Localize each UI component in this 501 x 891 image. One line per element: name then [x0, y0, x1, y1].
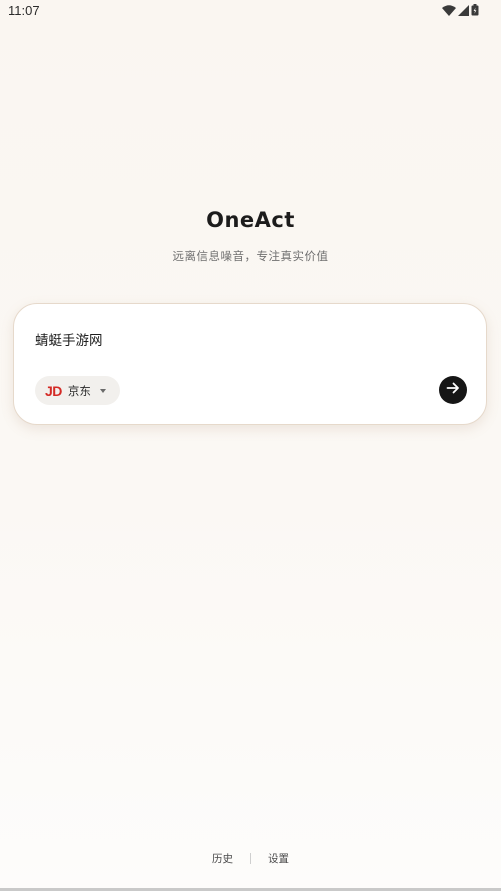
submit-button[interactable]: [439, 376, 467, 404]
settings-link[interactable]: 设置: [268, 851, 289, 866]
history-link[interactable]: 历史: [212, 851, 233, 866]
platform-selector[interactable]: JD 京东: [35, 376, 120, 405]
status-icons: [442, 4, 479, 16]
search-input[interactable]: 蜻蜓手游网: [35, 329, 103, 349]
search-card: 蜻蜓手游网 JD 京东: [13, 303, 487, 425]
platform-label: 京东: [67, 383, 91, 398]
footer: 历史 设置: [0, 851, 501, 866]
jd-logo-icon: JD: [45, 382, 62, 399]
app-subtitle: 远离信息噪音，专注真实价值: [172, 249, 329, 263]
wifi-icon: [442, 4, 456, 16]
signal-icon: [458, 4, 469, 16]
battery-icon: [471, 4, 479, 16]
status-time: 11:07: [8, 3, 40, 18]
app-title: OneAct: [206, 208, 295, 232]
arrow-right-icon: [445, 380, 461, 400]
footer-divider: [250, 853, 251, 864]
chevron-down-icon: [99, 388, 106, 393]
status-bar: 11:07: [0, 0, 501, 22]
